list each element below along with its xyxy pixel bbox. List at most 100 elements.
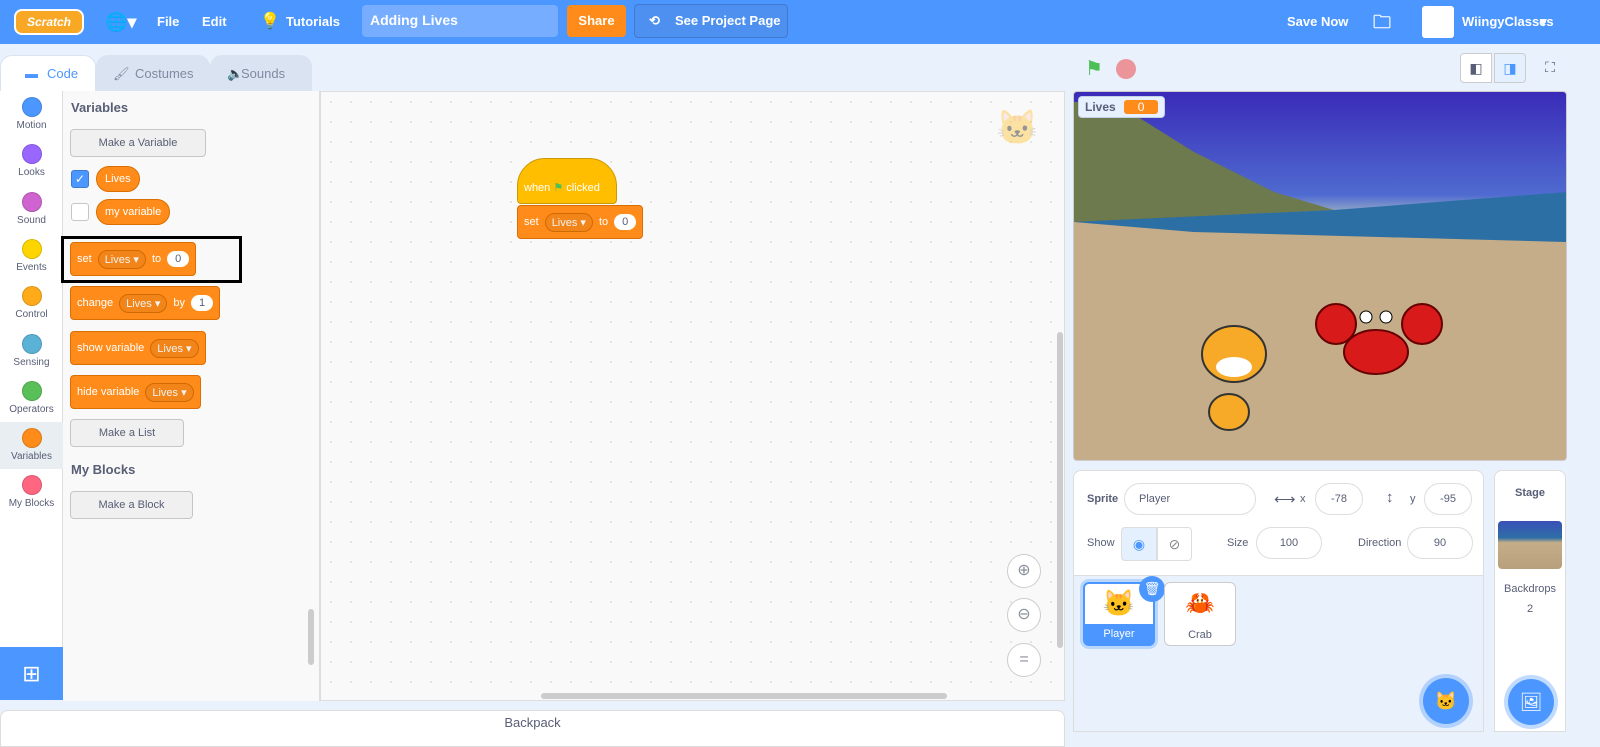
category-label: Control xyxy=(15,309,48,321)
category-label: Operators xyxy=(9,403,54,415)
folder-icon[interactable]: 🗀 xyxy=(1373,0,1391,44)
hide-variable-block[interactable]: hide variable Lives ▾ xyxy=(70,375,201,409)
category-sound[interactable]: Sound xyxy=(0,186,63,233)
value-input[interactable]: 0 xyxy=(614,214,637,230)
category-dot-icon xyxy=(21,475,42,496)
add-extension-button[interactable]: ⊞ xyxy=(0,647,63,700)
dropdown-value: Lives xyxy=(551,216,578,229)
variable-dropdown[interactable]: Lives ▾ xyxy=(150,338,199,358)
avatar[interactable] xyxy=(1422,6,1454,38)
zoom-out-button[interactable]: ⊖ xyxy=(1007,598,1041,632)
crab-thumbnail: 🦀 xyxy=(1185,590,1215,617)
show-variable-block[interactable]: show variable Lives ▾ xyxy=(70,331,206,365)
block-text: when xyxy=(524,182,551,194)
variable-dropdown[interactable]: Lives ▾ xyxy=(97,249,146,269)
lives-checkbox[interactable]: ✓ xyxy=(71,170,89,188)
large-stage-button[interactable]: ◨ xyxy=(1494,53,1526,83)
direction-label: Direction xyxy=(1358,537,1402,549)
category-my-blocks[interactable]: My Blocks xyxy=(0,469,63,516)
my-variable-reporter[interactable]: my variable xyxy=(96,199,171,225)
category-operators[interactable]: Operators xyxy=(0,375,63,422)
small-stage-button[interactable]: ◧ xyxy=(1460,53,1492,83)
lives-monitor[interactable]: Lives 0 xyxy=(1078,96,1166,118)
category-dot-icon xyxy=(21,380,42,401)
share-button[interactable]: Share xyxy=(567,5,626,37)
green-flag-button[interactable]: ⚑ xyxy=(1078,55,1110,85)
hide-eye-slash-icon[interactable]: ⊘ xyxy=(1157,527,1192,561)
block-text: set xyxy=(77,253,92,265)
make-block-button[interactable]: Make a Block xyxy=(70,491,193,519)
category-motion[interactable]: Motion xyxy=(0,91,63,138)
language-globe-icon[interactable]: 🌐▾ xyxy=(105,0,136,44)
tab-code[interactable]: ▬ Code xyxy=(0,55,96,91)
when-flag-clicked-block[interactable]: when ⚑ clicked xyxy=(517,158,617,204)
category-looks[interactable]: Looks xyxy=(0,138,63,185)
palette-scrollbar[interactable] xyxy=(308,609,314,665)
category-events[interactable]: Events xyxy=(0,233,63,280)
block-text: by xyxy=(173,297,185,309)
dropdown-value: Lives xyxy=(157,342,183,355)
sprite-tile-crab[interactable]: 🦀 Crab xyxy=(1164,582,1236,646)
edit-menu[interactable]: Edit xyxy=(202,0,227,44)
size-input[interactable]: 100 xyxy=(1256,527,1322,559)
backpack[interactable]: Backpack xyxy=(0,710,1065,747)
remix-arrows-icon: ⟲ xyxy=(649,13,660,28)
stage-canvas[interactable]: Lives 0 xyxy=(1073,91,1567,461)
my-variable-checkbox[interactable] xyxy=(71,203,89,221)
stage-selector[interactable]: Stage Backdrops 2 🖼 xyxy=(1494,470,1566,732)
size-label: Size xyxy=(1227,537,1249,549)
category-sensing[interactable]: Sensing xyxy=(0,328,63,375)
delete-trash-icon[interactable]: 🗑 xyxy=(1139,576,1165,602)
stop-icon xyxy=(1116,59,1136,79)
choose-sprite-button[interactable]: 🐱 xyxy=(1423,678,1469,724)
backdrops-count: 2 xyxy=(1526,603,1534,615)
category-dot-icon xyxy=(21,333,42,354)
make-list-button[interactable]: Make a List xyxy=(70,419,184,447)
x-input[interactable]: -78 xyxy=(1315,483,1363,515)
sprite-info-panel: Sprite Player ⟷ x -78 ↕ y -95 Show ◉ ⊘ S… xyxy=(1073,470,1484,576)
variables-heading: Variables xyxy=(71,100,129,115)
set-variable-block[interactable]: set Lives ▾ to 0 xyxy=(517,205,644,239)
value-input[interactable]: 1 xyxy=(190,295,214,311)
lives-reporter[interactable]: Lives xyxy=(96,166,140,192)
code-area[interactable]: 🐱 when ⚑ clicked set Lives ▾ to 0 ⊕ ⊖ = xyxy=(320,91,1065,701)
variable-dropdown[interactable]: Lives ▾ xyxy=(544,212,593,232)
sprite-tile-player[interactable]: 🐱 Player 🗑 xyxy=(1083,576,1165,646)
category-label: Motion xyxy=(16,120,47,131)
monitor-label: Lives xyxy=(1085,100,1116,114)
zoom-reset-button[interactable]: = xyxy=(1007,643,1041,677)
beach-backdrop xyxy=(1074,102,1566,460)
tutorials-menu[interactable]: Tutorials xyxy=(286,0,340,44)
y-input[interactable]: -95 xyxy=(1424,483,1472,515)
category-label: Sound xyxy=(17,214,46,226)
file-menu[interactable]: File xyxy=(157,0,179,44)
see-project-page-button[interactable]: ⟲ See Project Page xyxy=(634,4,788,38)
value-input[interactable]: 0 xyxy=(167,251,190,267)
menu-bar: Scratch 🌐▾ File Edit 💡 Tutorials Adding … xyxy=(0,0,1600,44)
category-dot-icon xyxy=(21,144,42,165)
change-variable-block[interactable]: change Lives ▾ by 1 xyxy=(70,286,221,320)
tab-costumes[interactable]: 🖌 Costumes xyxy=(96,55,210,91)
direction-input[interactable]: 90 xyxy=(1407,527,1473,559)
variable-dropdown[interactable]: Lives ▾ xyxy=(145,382,194,402)
tab-sounds[interactable]: 🔈 Sounds xyxy=(210,55,312,91)
scratch-logo[interactable]: Scratch xyxy=(14,9,84,35)
set-variable-block[interactable]: set Lives ▾ to 0 xyxy=(70,242,197,276)
fullscreen-icon[interactable]: ⛶ xyxy=(1534,53,1566,83)
category-variables[interactable]: Variables xyxy=(0,422,63,470)
stop-button[interactable] xyxy=(1110,55,1142,85)
choose-backdrop-button[interactable]: 🖼 xyxy=(1508,679,1554,725)
save-now-button[interactable]: Save Now xyxy=(1287,0,1348,44)
project-title-input[interactable]: Adding Lives xyxy=(362,5,558,37)
variable-dropdown[interactable]: Lives ▾ xyxy=(119,293,168,313)
horizontal-scrollbar[interactable] xyxy=(541,693,947,699)
show-visible-eye-icon[interactable]: ◉ xyxy=(1121,527,1157,561)
zoom-in-button[interactable]: ⊕ xyxy=(1007,554,1041,588)
account-chevron-down-icon[interactable]: ▾ xyxy=(1540,0,1547,44)
block-text: change xyxy=(77,297,114,309)
category-dot-icon xyxy=(21,428,42,449)
category-control[interactable]: Control xyxy=(0,280,63,327)
sprite-name-input[interactable]: Player xyxy=(1124,483,1256,515)
make-variable-button[interactable]: Make a Variable xyxy=(70,129,206,157)
vertical-scrollbar[interactable] xyxy=(1057,332,1063,648)
